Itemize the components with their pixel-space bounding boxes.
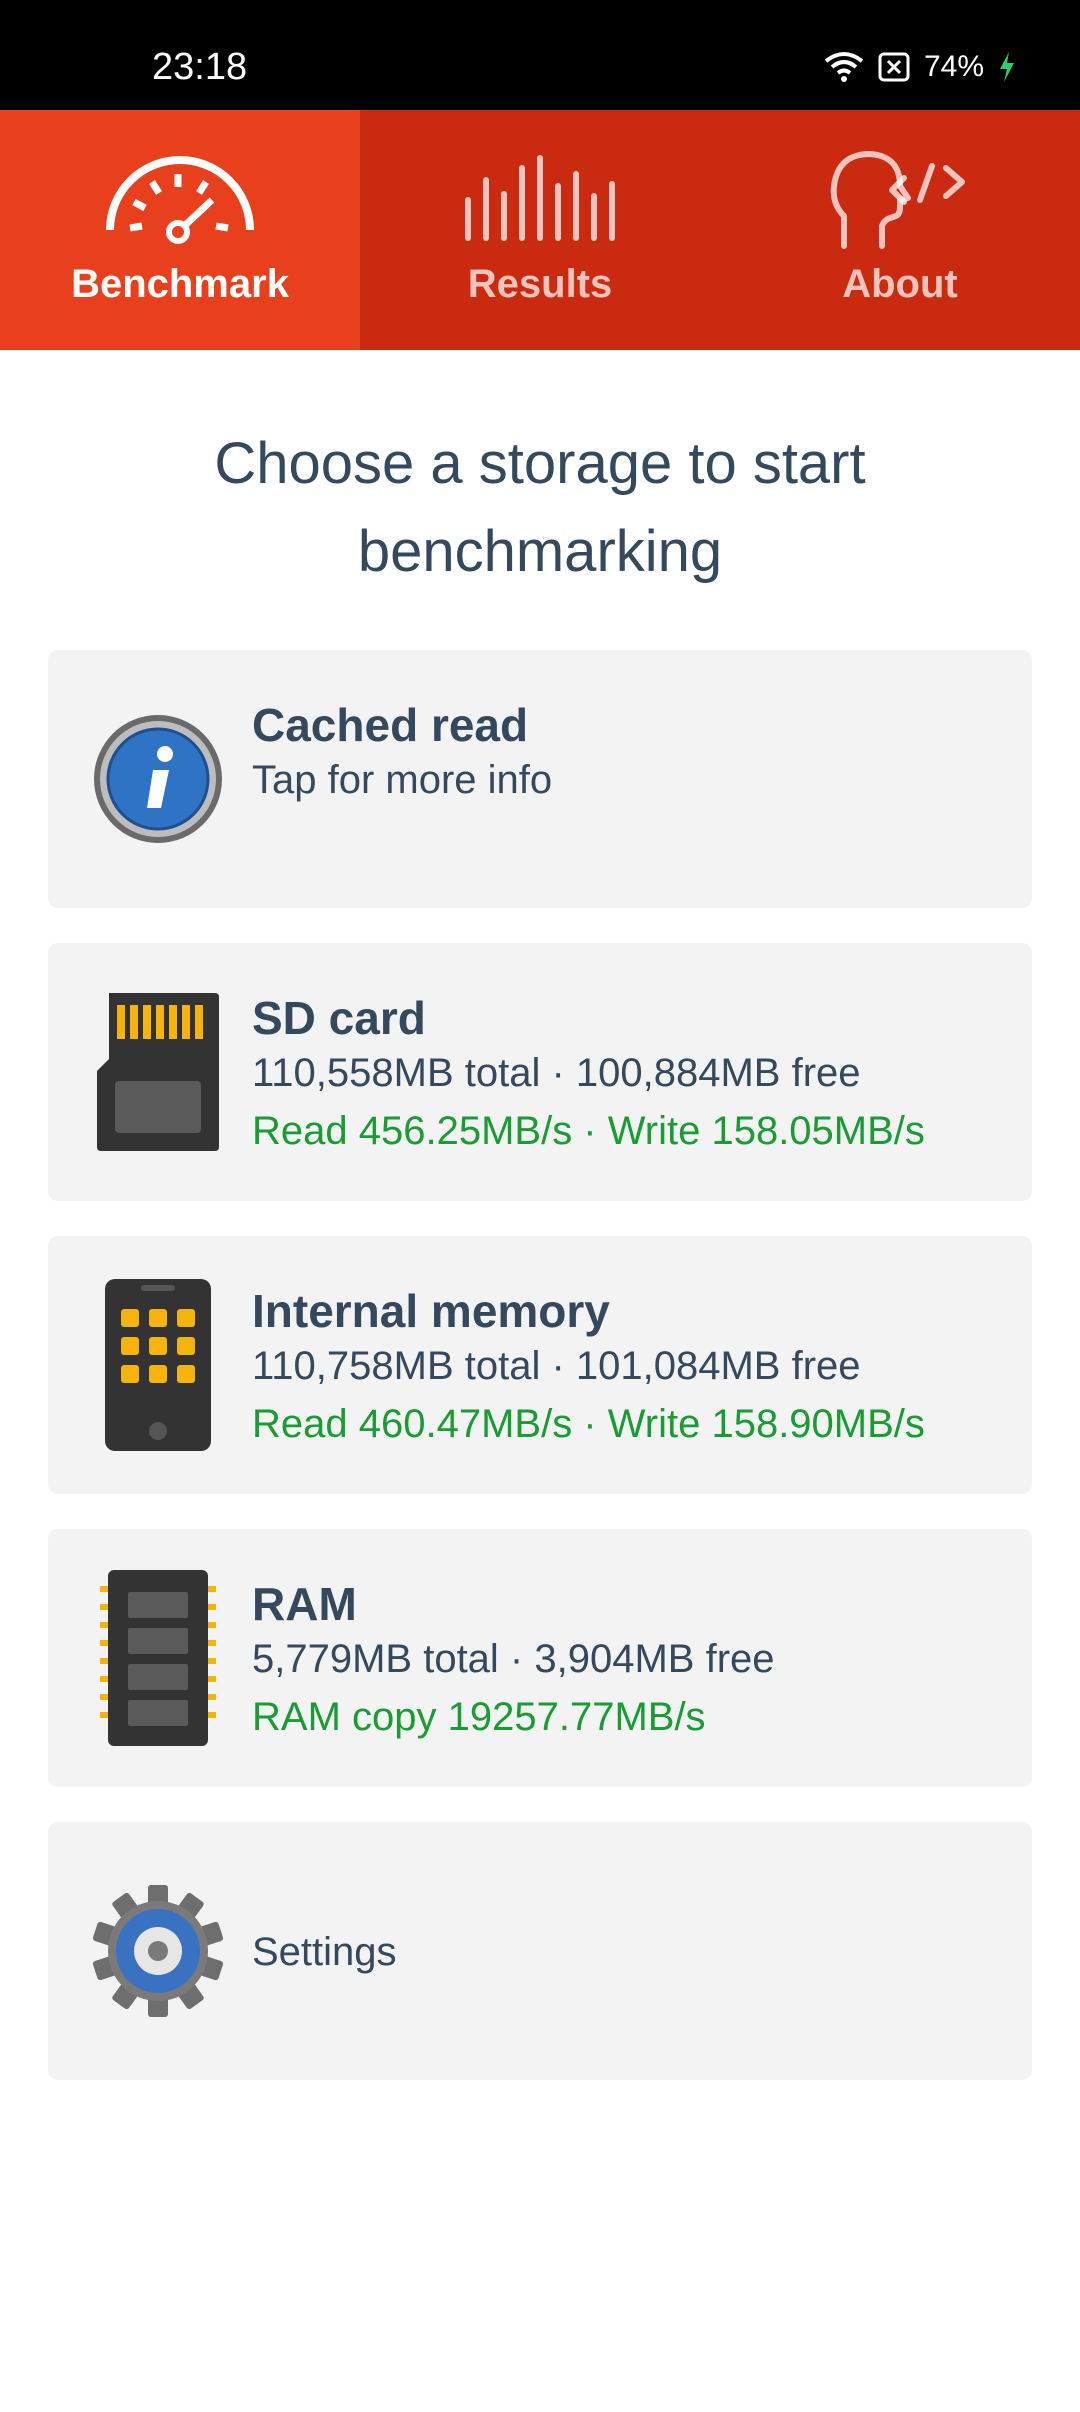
ram-chip-icon	[88, 1570, 228, 1746]
tab-bar: Benchmark Results About	[0, 110, 1080, 350]
charging-icon	[998, 51, 1016, 83]
ram-card[interactable]: RAM 5,779MB total · 3,904MB free RAM cop…	[48, 1529, 1032, 1787]
cached-read-card[interactable]: Cached read Tap for more info	[48, 650, 1032, 908]
internal-memory-title: Internal memory	[252, 1285, 610, 1337]
speedometer-icon	[100, 150, 260, 250]
status-icons: 74%	[824, 50, 1016, 84]
ram-speed: RAM copy 19257.77MB/s	[252, 1695, 706, 1739]
cached-read-subtitle: Tap for more info	[252, 758, 553, 802]
phone-icon	[88, 1279, 228, 1451]
bars-icon	[460, 150, 620, 250]
sd-card-capacity: 110,558MB total · 100,884MB free	[252, 1051, 861, 1095]
sd-card-speed: Read 456.25MB/s · Write 158.05MB/s	[252, 1109, 925, 1153]
tab-results[interactable]: Results	[360, 110, 720, 350]
battery-percent: 74%	[923, 50, 984, 83]
settings-card[interactable]: Settings	[48, 1822, 1032, 2080]
settings-title: Settings	[252, 1930, 397, 1974]
status-bar: 23:18 74%	[0, 0, 1080, 110]
tab-about-label: About	[842, 262, 958, 306]
head-code-icon	[820, 150, 980, 250]
sd-card-title: SD card	[252, 992, 426, 1044]
internal-memory-card[interactable]: Internal memory 110,758MB total · 101,08…	[48, 1236, 1032, 1494]
status-time: 23:18	[152, 46, 248, 88]
sd-card-card[interactable]: SD card 110,558MB total · 100,884MB free…	[48, 943, 1032, 1201]
wifi-icon	[824, 51, 864, 83]
cached-read-title: Cached read	[252, 699, 529, 751]
info-icon	[88, 709, 228, 849]
ram-title: RAM	[252, 1578, 357, 1630]
no-sim-icon	[878, 52, 910, 82]
gear-icon	[88, 1881, 228, 2021]
page-heading: Choose a storage to start benchmarking	[214, 431, 866, 584]
internal-memory-speed: Read 460.47MB/s · Write 158.90MB/s	[252, 1402, 925, 1446]
sd-card-icon	[88, 993, 228, 1151]
internal-memory-capacity: 110,758MB total · 101,084MB free	[252, 1344, 861, 1388]
tab-benchmark[interactable]: Benchmark	[0, 110, 360, 350]
tab-about[interactable]: About	[720, 110, 1080, 350]
tab-benchmark-label: Benchmark	[71, 262, 289, 306]
ram-capacity: 5,779MB total · 3,904MB free	[252, 1637, 775, 1681]
tab-results-label: Results	[467, 262, 613, 306]
